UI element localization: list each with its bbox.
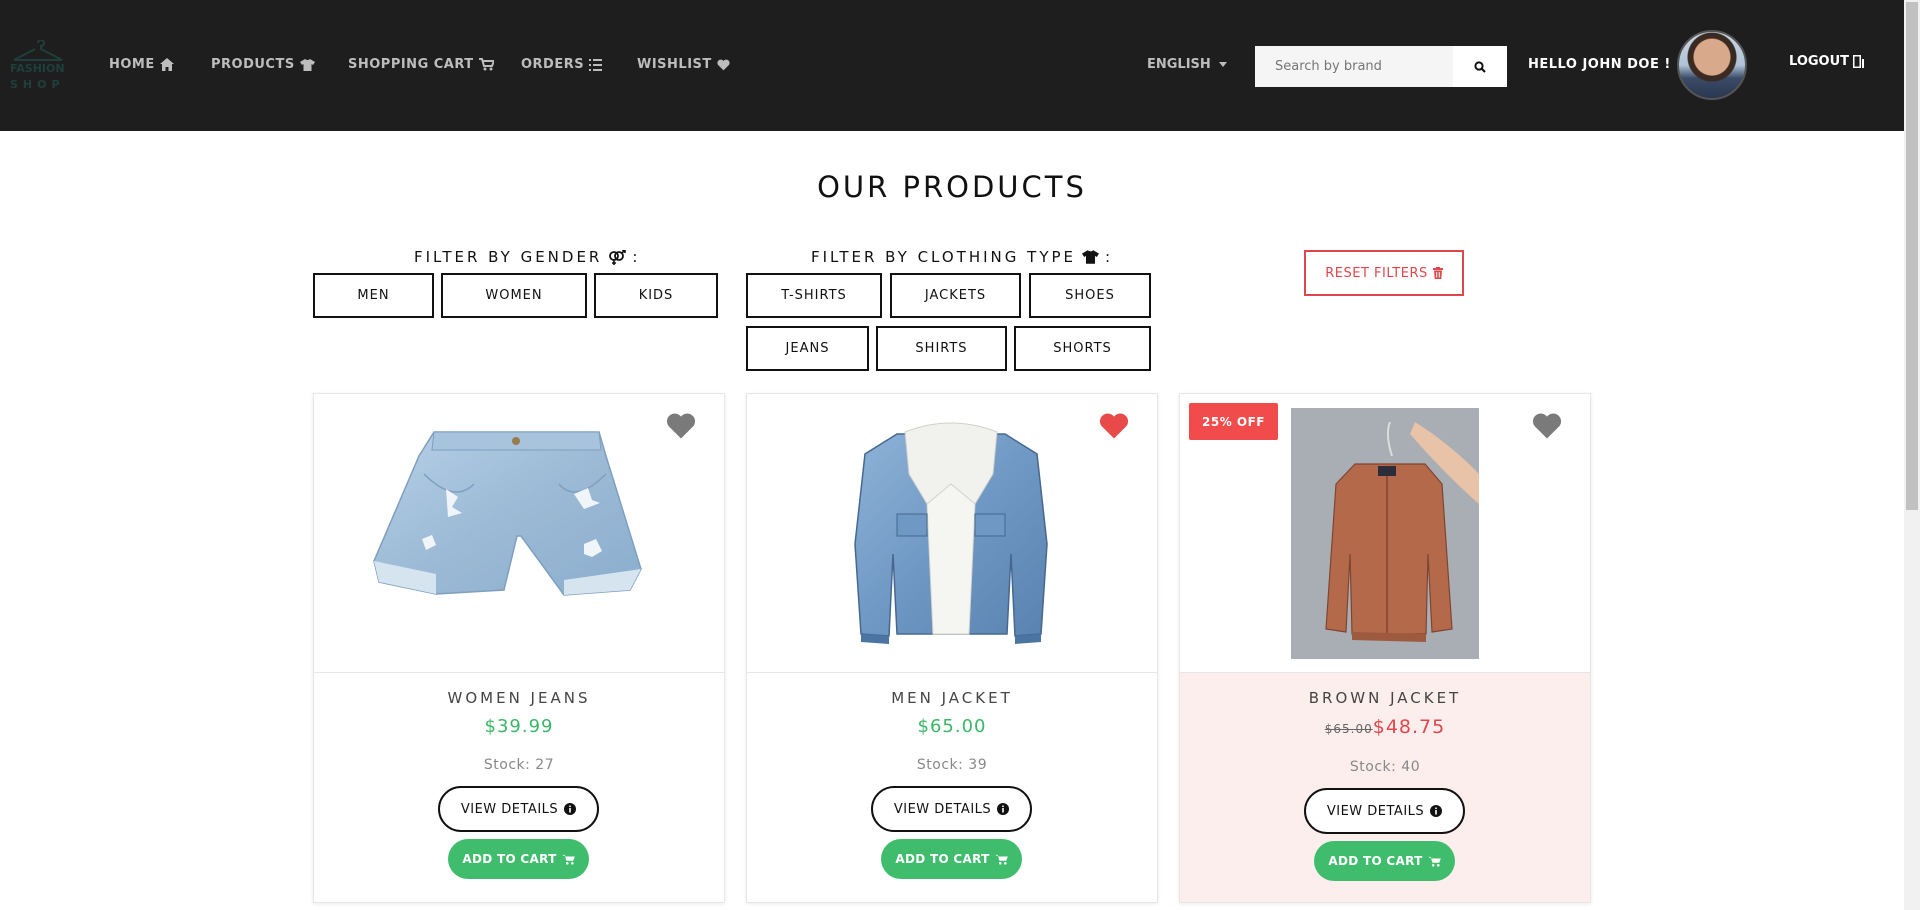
filter-type-shirts[interactable]: SHIRTS <box>876 326 1007 371</box>
view-details-label: VIEW DETAILS <box>460 801 559 817</box>
type-filter-label: FILTER BY CLOTHING TYPE <box>811 248 1077 266</box>
cart-icon <box>994 854 1008 865</box>
filter-gender-men[interactable]: MEN <box>313 273 434 318</box>
type-filter-heading: FILTER BY CLOTHING TYPE : <box>811 248 1114 266</box>
nav-home[interactable]: HOME <box>109 57 174 72</box>
reset-filters-label: RESET FILTERS <box>1325 265 1428 281</box>
language-label: ENGLISH <box>1147 57 1211 72</box>
product-price: $65.00$48.75 <box>1180 716 1590 738</box>
filter-type-jackets[interactable]: JACKETS <box>890 273 1021 318</box>
language-dropdown[interactable]: ENGLISH <box>1147 57 1227 72</box>
view-details-button[interactable]: VIEW DETAILS <box>871 786 1032 832</box>
product-price: $65.00 <box>917 716 987 737</box>
logo-text-bottom: SHOP <box>10 78 65 91</box>
logout-button[interactable]: LOGOUT <box>1789 54 1865 69</box>
logout-label: LOGOUT <box>1789 54 1850 69</box>
product-image[interactable] <box>314 394 724 673</box>
product-card: 25% OFF BROWN JACKET $65.00$48.75 Stock:… <box>1179 393 1591 903</box>
list-icon <box>589 58 603 71</box>
reset-filters-button[interactable]: RESET FILTERS <box>1304 250 1464 296</box>
page-title: OUR PRODUCTS <box>817 170 1087 204</box>
info-icon <box>564 803 577 815</box>
add-to-cart-label: ADD TO CART <box>462 852 557 866</box>
caret-down-icon <box>1218 62 1227 67</box>
product-card-body: BROWN JACKET $65.00$48.75 Stock: 40 VIEW… <box>1180 673 1590 902</box>
product-name: MEN JACKET <box>891 689 1013 707</box>
info-icon <box>997 803 1010 815</box>
search-icon <box>1474 60 1486 73</box>
denim-jacket-image <box>854 422 1048 644</box>
search-bar <box>1255 46 1507 87</box>
product-stock: Stock: 27 <box>483 757 555 773</box>
denim-shorts-image <box>373 431 642 596</box>
wishlist-heart-icon[interactable] <box>666 412 696 440</box>
nav-wishlist-label: WISHLIST <box>637 57 712 72</box>
nav-shopping-cart[interactable]: SHOPPING CART <box>348 57 494 72</box>
product-price: $39.99 <box>484 716 554 737</box>
add-to-cart-button[interactable]: ADD TO CART <box>448 839 589 879</box>
gender-filter-label: FILTER BY GENDER <box>414 248 603 266</box>
product-card: MEN JACKET $65.00 Stock: 39 VIEW DETAILS… <box>746 393 1158 903</box>
nav-products-label: PRODUCTS <box>211 57 295 72</box>
original-price: $65.00 <box>1324 722 1373 736</box>
hanger-icon <box>13 40 63 61</box>
product-name: WOMEN JEANS <box>447 689 591 707</box>
cart-icon <box>1427 856 1441 867</box>
search-button[interactable] <box>1453 46 1507 87</box>
user-greeting: HELLO JOHN DOE ! <box>1528 57 1671 72</box>
cart-icon <box>561 854 575 865</box>
add-to-cart-button[interactable]: ADD TO CART <box>881 839 1022 879</box>
avatar[interactable] <box>1677 30 1747 100</box>
view-details-button[interactable]: VIEW DETAILS <box>438 786 599 832</box>
add-to-cart-button[interactable]: ADD TO CART <box>1314 841 1455 881</box>
add-to-cart-label: ADD TO CART <box>895 852 990 866</box>
nav-cart-label: SHOPPING CART <box>348 57 474 72</box>
nav-wishlist[interactable]: WISHLIST <box>637 57 730 72</box>
discount-badge: 25% OFF <box>1189 403 1278 440</box>
nav-orders[interactable]: ORDERS <box>521 57 603 72</box>
add-to-cart-label: ADD TO CART <box>1328 854 1423 868</box>
product-image[interactable]: 25% OFF <box>1180 394 1590 673</box>
wishlist-heart-icon[interactable] <box>1532 412 1562 440</box>
product-image[interactable] <box>747 394 1157 673</box>
gender-filter-heading: FILTER BY GENDER : <box>414 248 641 266</box>
scrollbar-thumb[interactable] <box>1906 2 1918 510</box>
home-icon <box>159 58 174 71</box>
tshirt-icon <box>1082 250 1100 264</box>
product-name: BROWN JACKET <box>1308 689 1462 707</box>
product-stock: Stock: 39 <box>916 757 988 773</box>
nav-products[interactable]: PRODUCTS <box>211 57 315 72</box>
filter-type-jeans[interactable]: JEANS <box>746 326 869 371</box>
top-navbar: FASHION SHOP HOME PRODUCTS SHOPPING CART… <box>0 0 1904 131</box>
product-card-body: WOMEN JEANS $39.99 Stock: 27 VIEW DETAIL… <box>314 673 724 902</box>
info-icon <box>1430 805 1443 817</box>
trash-icon <box>1432 267 1443 279</box>
view-details-button[interactable]: VIEW DETAILS <box>1304 788 1465 834</box>
filter-type-shoes[interactable]: SHOES <box>1029 273 1151 318</box>
filter-gender-women[interactable]: WOMEN <box>441 273 587 318</box>
filter-type-shorts[interactable]: SHORTS <box>1014 326 1151 371</box>
product-card-body: MEN JACKET $65.00 Stock: 39 VIEW DETAILS… <box>747 673 1157 902</box>
view-details-label: VIEW DETAILS <box>1326 803 1425 819</box>
product-stock: Stock: 40 <box>1349 759 1421 775</box>
search-input[interactable] <box>1255 46 1453 87</box>
cart-icon <box>478 58 494 71</box>
nav-orders-label: ORDERS <box>521 57 585 72</box>
nav-home-label: HOME <box>109 57 155 72</box>
logo-text-top: FASHION <box>10 62 65 75</box>
view-details-label: VIEW DETAILS <box>893 801 992 817</box>
gender-icon <box>609 249 627 265</box>
filter-type-tshirts[interactable]: T-SHIRTS <box>746 273 882 318</box>
door-icon <box>1853 55 1865 68</box>
heart-icon <box>717 59 730 70</box>
filter-gender-kids[interactable]: KIDS <box>594 273 718 318</box>
sale-price: $48.75 <box>1372 716 1446 738</box>
tshirt-icon <box>299 58 315 71</box>
shop-logo[interactable]: FASHION SHOP <box>10 40 66 92</box>
wishlist-heart-icon[interactable] <box>1099 412 1129 440</box>
product-card: WOMEN JEANS $39.99 Stock: 27 VIEW DETAIL… <box>313 393 725 903</box>
